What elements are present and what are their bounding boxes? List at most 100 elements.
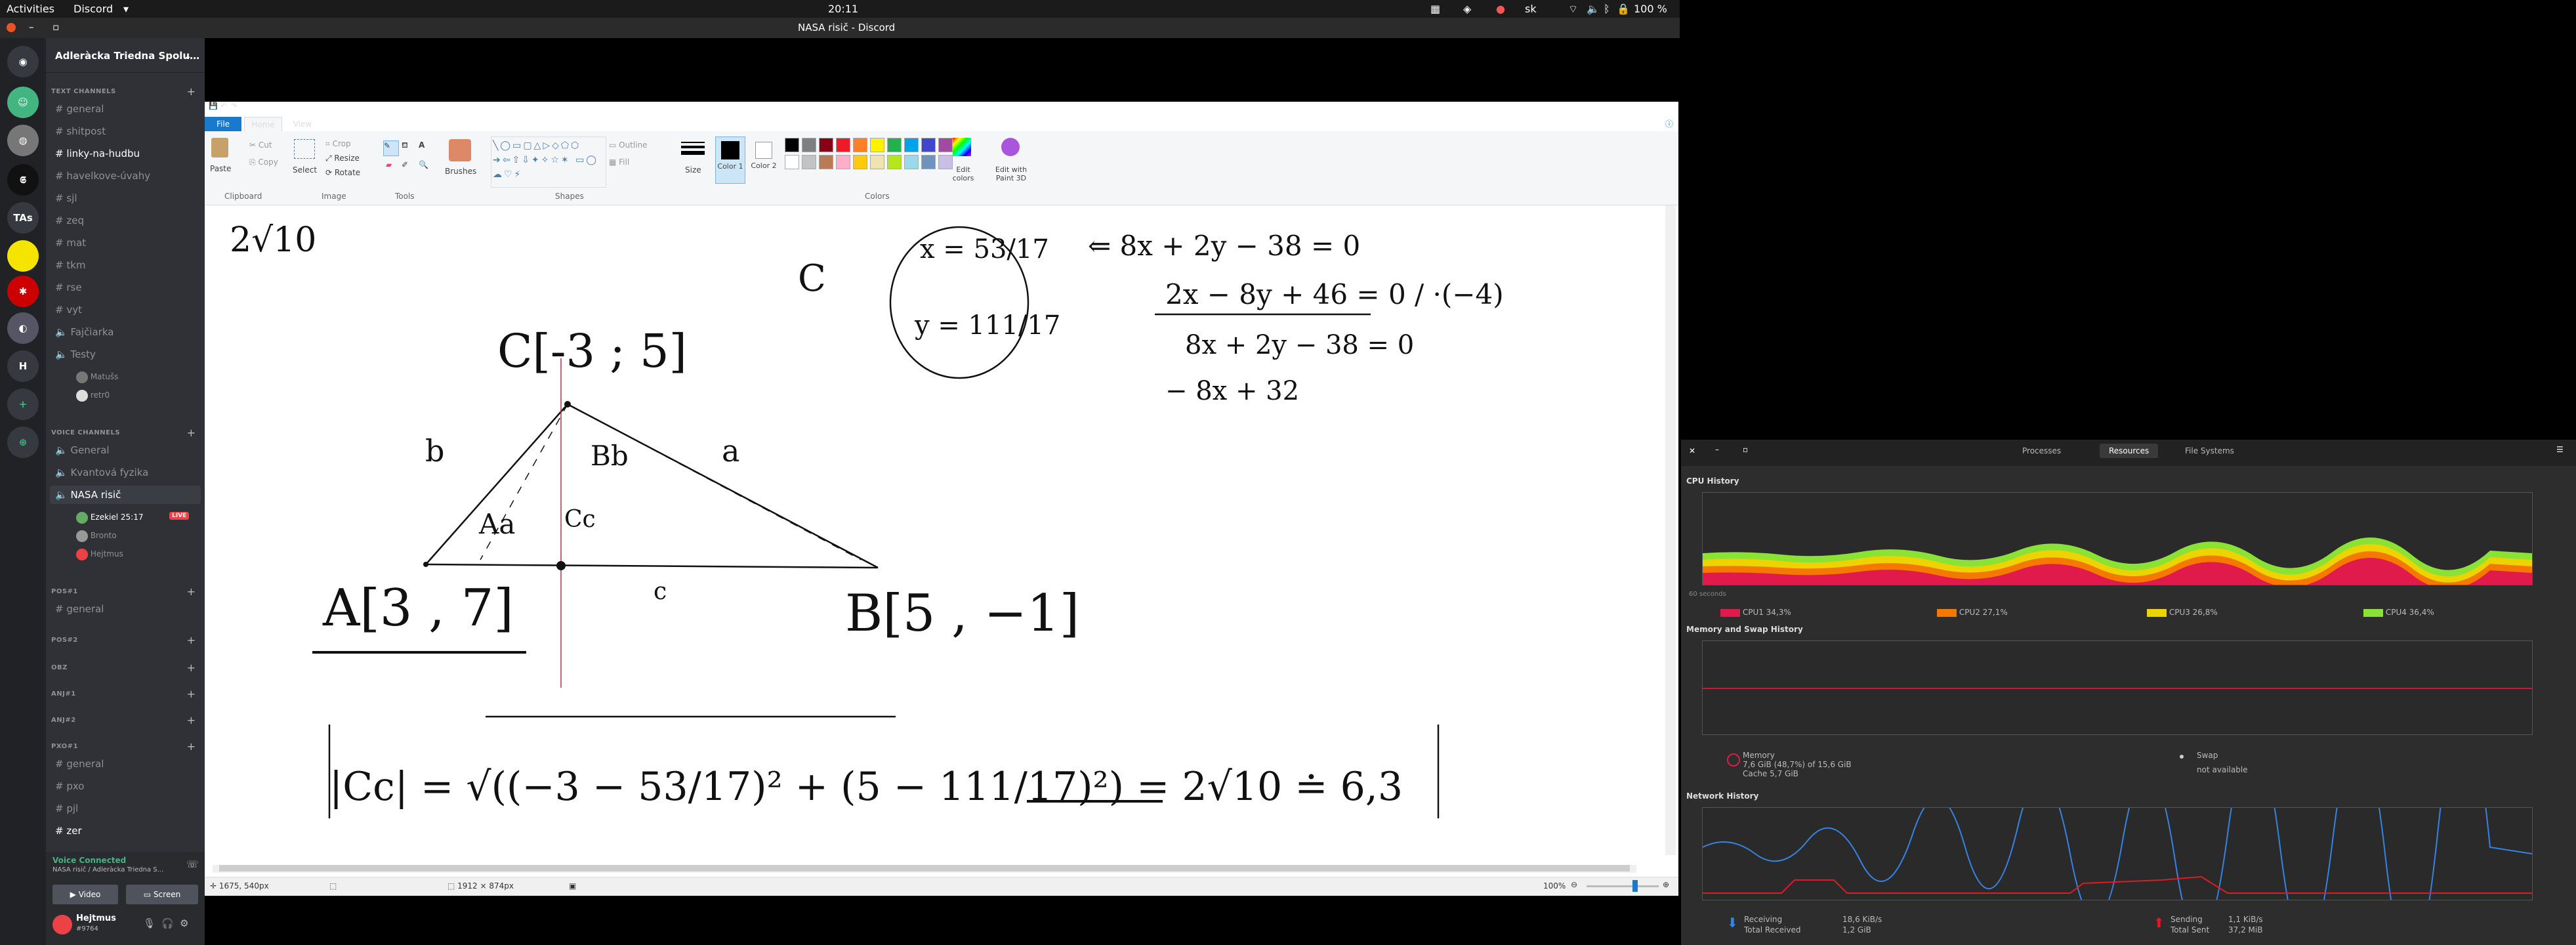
select-icon[interactable]	[294, 139, 315, 159]
category-pos2[interactable]: POS#2	[51, 637, 78, 644]
server-icon[interactable]: 𝕾	[7, 164, 39, 196]
maximize-window-button[interactable]: ▫	[1743, 445, 1748, 454]
minimize-window-button[interactable]: –	[1715, 445, 1719, 454]
voice-connected-status[interactable]: Voice Connected	[52, 856, 126, 865]
discord-tray-icon[interactable]: ◈	[1463, 3, 1471, 15]
shapes-gallery[interactable]: ╲◯▭▢△▷◇⬠⬡ ➔⇦⇧⇩✦✧☆✶ ▭◯☁♡⚡	[491, 136, 606, 188]
channel-vyt[interactable]: # vyt	[55, 301, 82, 319]
paint3d-icon[interactable]	[1001, 138, 1020, 156]
close-window-button[interactable]	[7, 23, 16, 32]
color-picker-icon[interactable]: ✐	[402, 160, 408, 169]
category-anj2[interactable]: ANJ#2	[51, 717, 76, 724]
channel-general[interactable]: # general	[55, 100, 104, 118]
channel-rse[interactable]: # rse	[55, 278, 82, 297]
server-icon[interactable]: ✱	[7, 276, 39, 307]
channel-havelkove-uvahy[interactable]: # havelkove-úvahy	[55, 167, 150, 185]
tab-file[interactable]: File	[205, 117, 241, 131]
menu-icon[interactable]: ☰	[2556, 445, 2564, 454]
disconnect-icon[interactable]: ☏	[186, 858, 199, 870]
voice-user[interactable]: Ezekiel 25:17	[76, 508, 144, 526]
add-channel-icon[interactable]: +	[187, 85, 196, 98]
brushes-icon[interactable]	[449, 139, 471, 161]
paste-button[interactable]: Paste	[210, 164, 231, 173]
drawing-canvas[interactable]: 2√10 C C[-3 ; 5] x = 53/17 y = 111/17 ⇐ …	[205, 205, 1678, 868]
palette-swatch[interactable]	[853, 155, 867, 169]
horizontal-scrollbar[interactable]	[213, 865, 1636, 873]
palette-swatch[interactable]	[785, 138, 799, 152]
server-tas[interactable]: TAs	[7, 202, 39, 234]
channel-general[interactable]: # general	[55, 755, 104, 773]
eraser-icon[interactable]: ▰	[386, 160, 392, 169]
tab-file-systems[interactable]: File Systems	[2185, 446, 2234, 455]
edit-colors-icon[interactable]	[953, 138, 971, 156]
palette-swatch[interactable]	[870, 138, 884, 152]
palette-swatch[interactable]	[802, 155, 816, 169]
fill-bucket-icon[interactable]: ⛾	[402, 140, 408, 151]
tray-icon[interactable]: ▦	[1430, 3, 1440, 15]
close-window-button[interactable]: ✕	[1689, 446, 1695, 455]
microphone-icon[interactable]: 🎙	[143, 917, 156, 929]
size-icon[interactable]	[681, 139, 705, 159]
palette-swatch[interactable]	[819, 155, 833, 169]
activities-button[interactable]: Activities	[7, 3, 54, 15]
add-channel-icon[interactable]: +	[187, 688, 196, 700]
settings-gear-icon[interactable]: ⚙	[180, 917, 188, 929]
server-name[interactable]: Adleràcka Triedna Spolu…	[55, 50, 199, 62]
server-icon[interactable]: ☺	[7, 87, 39, 118]
voice-user[interactable]: Hejtmus	[76, 545, 123, 563]
palette-swatch[interactable]	[921, 138, 936, 152]
add-channel-icon[interactable]: +	[187, 714, 196, 726]
palette-swatch[interactable]	[904, 155, 919, 169]
channel-zer[interactable]: # zer	[55, 822, 82, 840]
volume-icon[interactable]: 🔈	[1587, 3, 1600, 15]
app-menu[interactable]: Discord	[73, 3, 113, 15]
vertical-scrollbar[interactable]	[1665, 205, 1676, 855]
brushes-button[interactable]: Brushes	[445, 167, 476, 176]
category-pxo1[interactable]: PXO#1	[51, 743, 78, 750]
select-button[interactable]: Select	[293, 165, 317, 175]
color2-button[interactable]: Color 2	[749, 136, 778, 182]
add-channel-icon[interactable]: +	[187, 427, 196, 439]
screen-share-button[interactable]: ▭ Screen	[126, 885, 198, 904]
palette-swatch[interactable]	[904, 138, 919, 152]
edit-colors-button[interactable]: Edit colors	[949, 165, 978, 182]
zoom-out-button[interactable]: ⊖	[1571, 880, 1577, 889]
tab-view[interactable]: View	[286, 117, 319, 131]
channel-pjl[interactable]: # pjl	[55, 799, 78, 818]
notification-icon[interactable]: ●	[1496, 3, 1505, 15]
server-h[interactable]: H	[7, 350, 39, 382]
voice-connected-channel[interactable]: NASA risič / Adleràcka Triedna S...	[52, 866, 163, 873]
voice-channel-testy[interactable]: 🔈 Testy	[55, 345, 96, 364]
paste-icon[interactable]	[211, 138, 228, 158]
server-icon[interactable]	[7, 240, 39, 272]
palette-swatch[interactable]	[938, 138, 953, 152]
add-channel-icon[interactable]: +	[187, 662, 196, 674]
zoom-slider[interactable]	[1587, 880, 1659, 892]
palette-swatch[interactable]	[853, 138, 867, 152]
minimize-window-button[interactable]: –	[29, 21, 34, 33]
fill-button[interactable]: ▦ Fill	[609, 158, 629, 167]
server-icon[interactable]: ◐	[7, 312, 39, 344]
channel-tkm[interactable]: # tkm	[55, 256, 86, 274]
voice-channel-fajciarka[interactable]: 🔈 Fajčiarka	[55, 323, 114, 341]
channel-linky-na-hudbu[interactable]: # linky-na-hudbu	[55, 144, 140, 163]
voice-channel-nasa-risic[interactable]: 🔈 NASA risič	[50, 486, 201, 504]
palette-swatch[interactable]	[921, 155, 936, 169]
headphones-icon[interactable]: 🎧	[161, 917, 174, 929]
tab-resources[interactable]: Resources	[2100, 444, 2159, 458]
voice-channel-kvantova-fyzika[interactable]: 🔈 Kvantová fyzika	[55, 463, 148, 482]
maximize-window-button[interactable]: ▫	[52, 21, 59, 33]
text-tool-icon[interactable]: A	[419, 140, 425, 150]
redo-icon[interactable]: ↷	[231, 102, 237, 110]
rotate-button[interactable]: ⟳ Rotate	[325, 168, 360, 177]
copy-button[interactable]: ⎘ Copy	[249, 158, 278, 167]
add-channel-icon[interactable]: +	[187, 634, 196, 646]
discord-home-icon[interactable]: ◉	[7, 46, 39, 77]
outline-button[interactable]: ▭ Outline	[609, 140, 648, 150]
cut-button[interactable]: ✂ Cut	[249, 140, 272, 150]
resize-button[interactable]: ⤢ Resize	[325, 154, 360, 163]
category-obz[interactable]: OBZ	[51, 664, 68, 671]
undo-icon[interactable]: ↶	[220, 102, 226, 110]
palette-swatch[interactable]	[836, 138, 850, 152]
tab-home[interactable]: Home	[244, 117, 282, 132]
